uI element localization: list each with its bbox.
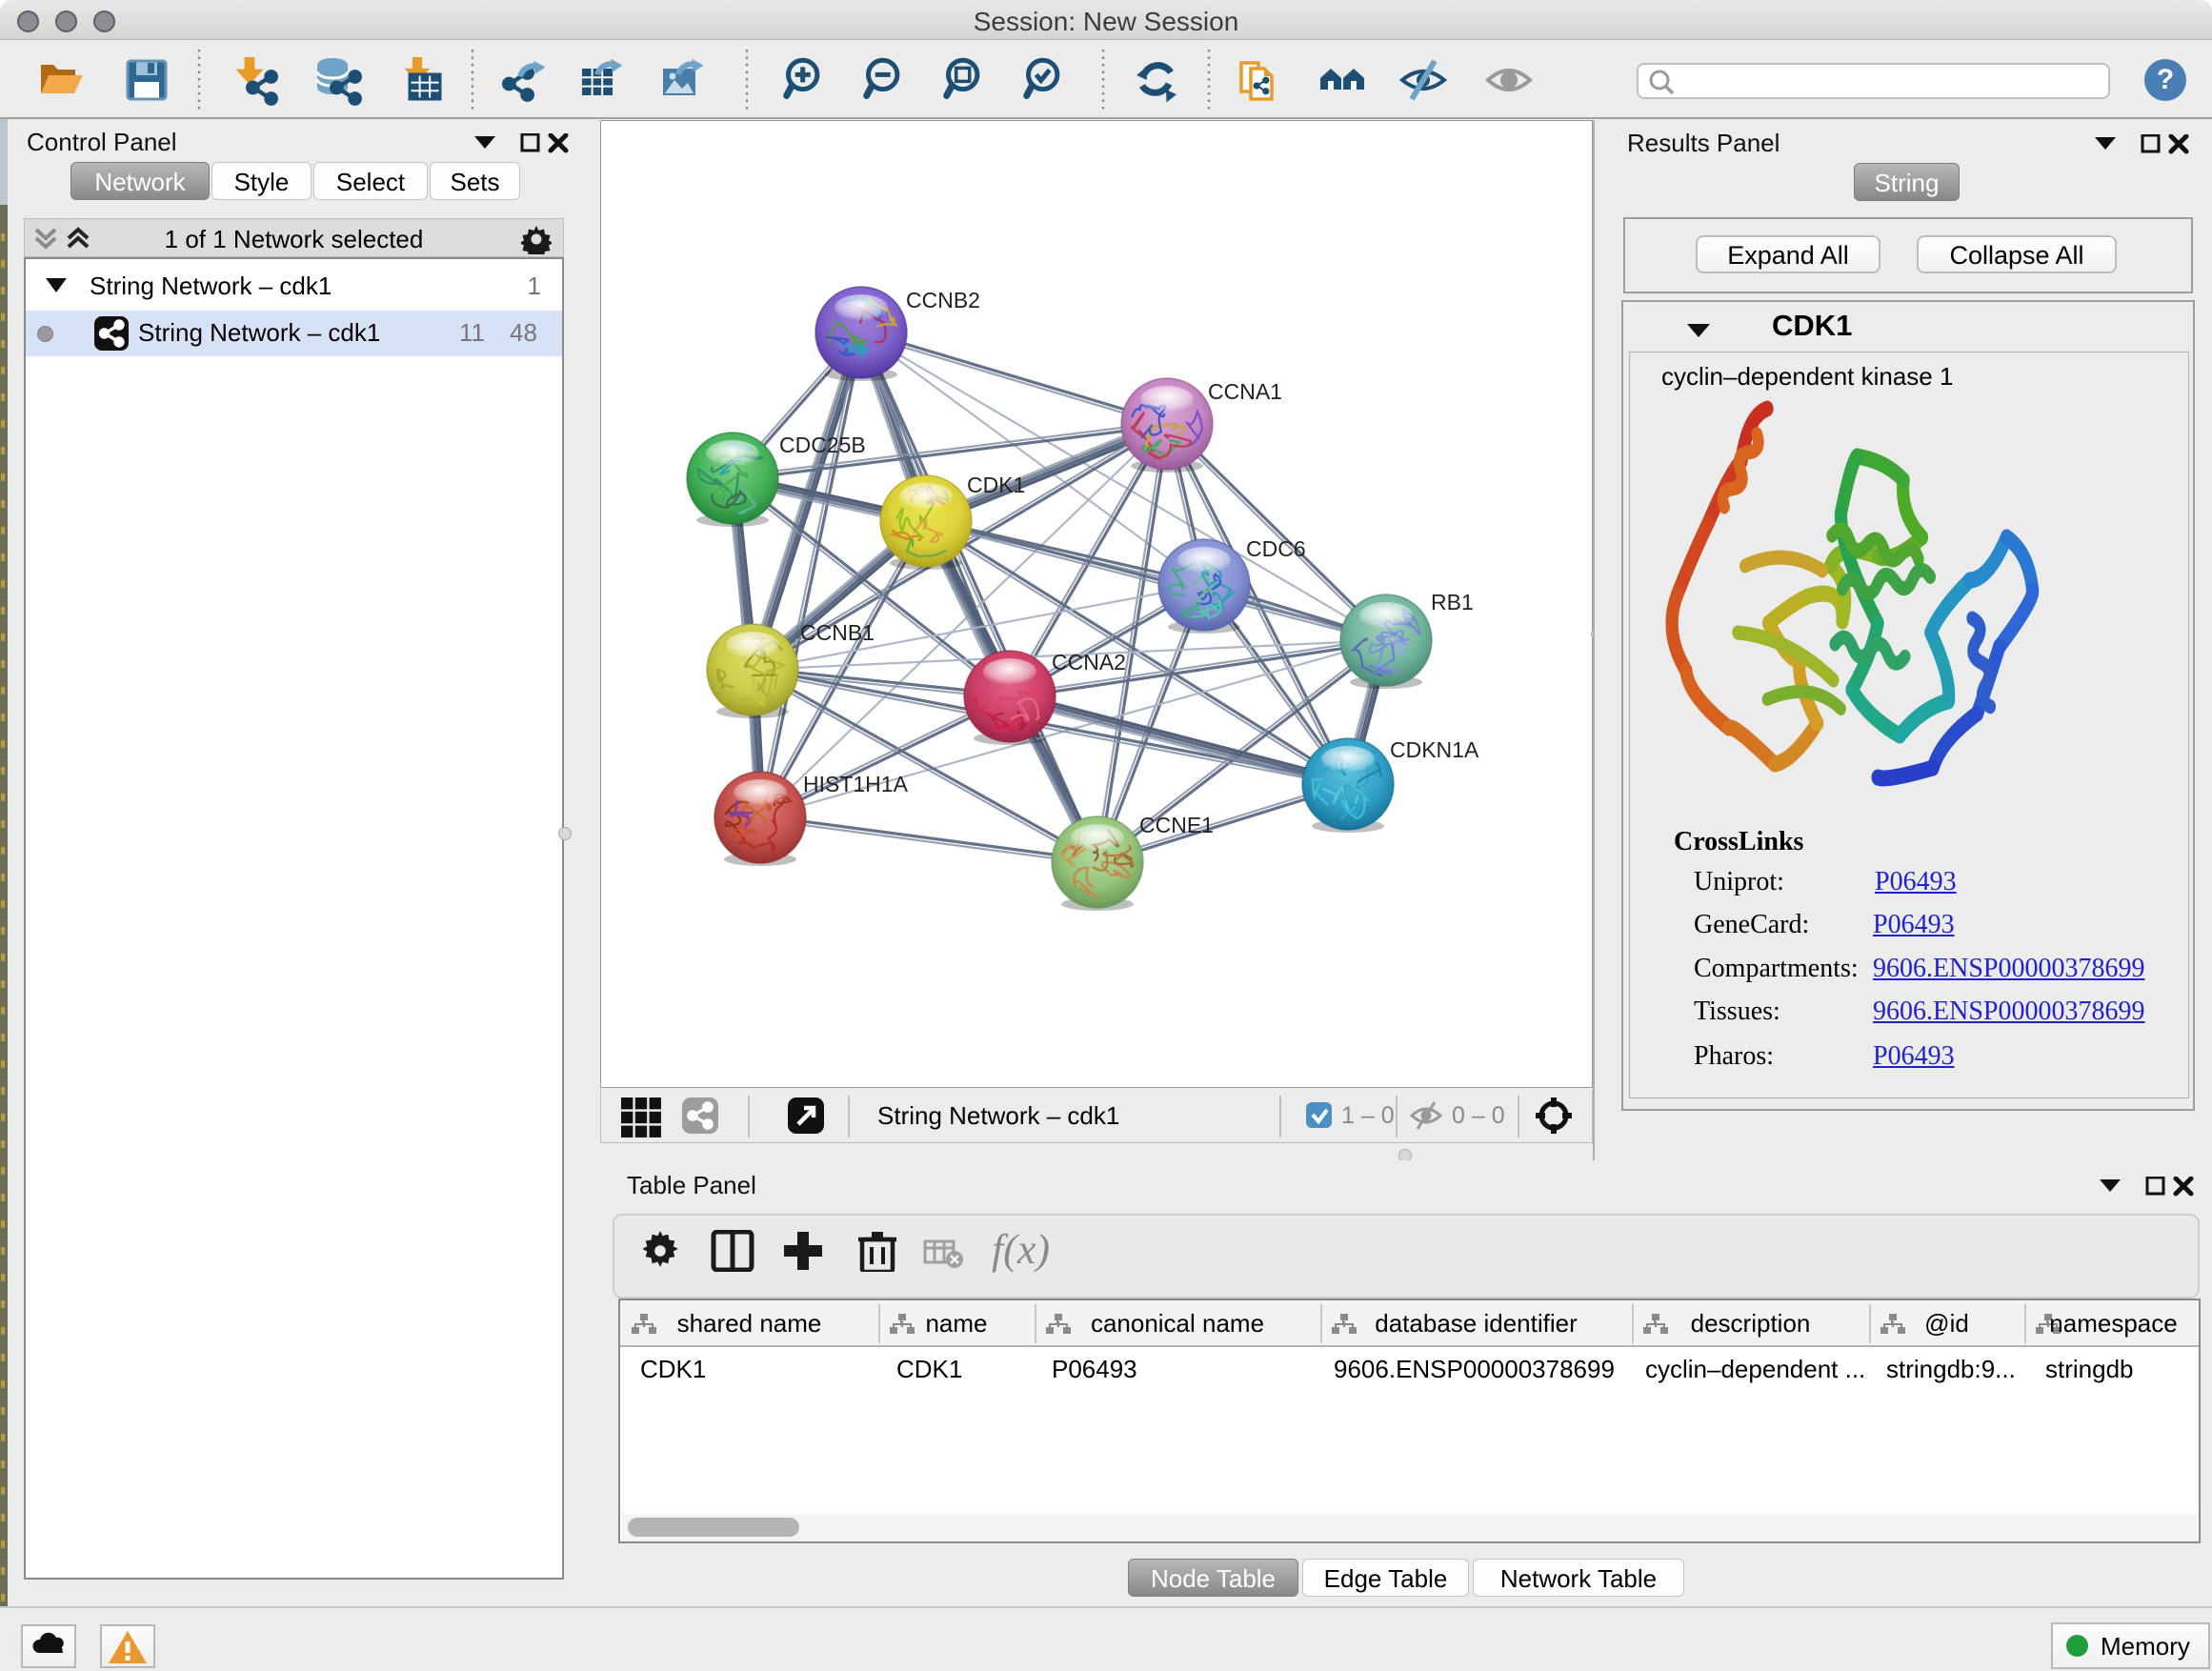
svg-text:CCNB1: CCNB1 [800,620,875,645]
svg-text:CCNA2: CCNA2 [1052,650,1126,674]
svg-text:RB1: RB1 [1431,590,1474,614]
svg-text:CDC25B: CDC25B [779,433,866,457]
svg-text:CCNE1: CCNE1 [1139,813,1214,837]
svg-text:CCNB2: CCNB2 [906,288,980,312]
svg-text:CDC6: CDC6 [1246,536,1306,561]
svg-text:CDK1: CDK1 [967,473,1025,497]
svg-text:CCNA1: CCNA1 [1208,379,1282,404]
svg-text:HIST1H1A: HIST1H1A [803,772,909,796]
svg-text:CDKN1A: CDKN1A [1390,737,1479,762]
